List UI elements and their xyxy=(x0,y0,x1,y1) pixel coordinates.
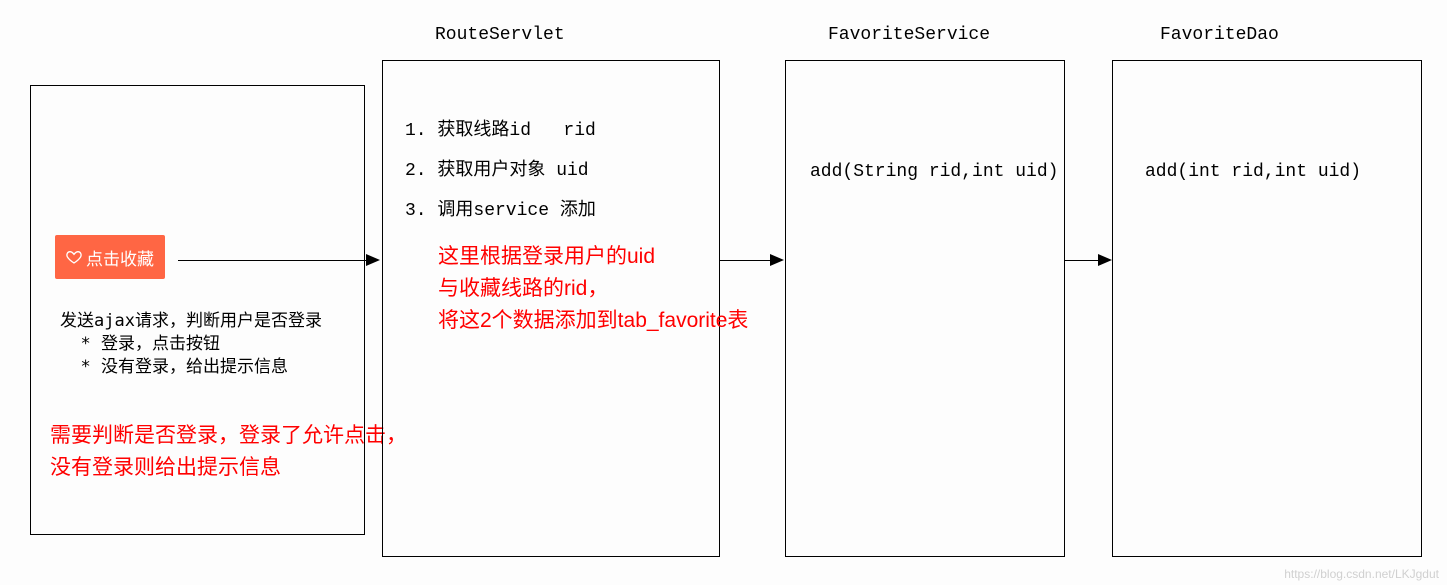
heart-icon xyxy=(66,249,82,265)
ajax-desc-line1: 发送ajax请求，判断用户是否登录 xyxy=(60,310,322,333)
box-favorite-dao xyxy=(1112,60,1422,557)
service-method: add(String rid,int uid) xyxy=(810,162,1058,182)
title-favorite-service: FavoriteService xyxy=(828,25,990,45)
arrow-3-line xyxy=(1065,260,1100,261)
arrow-2-head-icon xyxy=(770,254,784,266)
favorite-button-label: 点击收藏 xyxy=(86,245,154,270)
title-route-servlet: RouteServlet xyxy=(435,25,565,45)
favorite-button[interactable]: 点击收藏 xyxy=(55,235,165,279)
ajax-desc-line3: * 没有登录，给出提示信息 xyxy=(60,356,288,379)
arrow-1-line xyxy=(178,260,368,261)
arrow-3-head-icon xyxy=(1098,254,1112,266)
dao-method: add(int rid,int uid) xyxy=(1145,162,1361,182)
red-note-login-line1: 需要判断是否登录，登录了允许点击， xyxy=(50,420,407,452)
watermark: https://blog.csdn.net/LKJgdut xyxy=(1284,567,1439,581)
title-favorite-dao: FavoriteDao xyxy=(1160,25,1279,45)
servlet-step-1: 1. 获取线路id rid xyxy=(405,115,596,141)
red-note-servlet-line2: 与收藏线路的rid， xyxy=(438,273,608,305)
box-favorite-service xyxy=(785,60,1065,557)
servlet-step-3: 3. 调用service 添加 xyxy=(405,195,596,221)
servlet-step-2: 2. 获取用户对象 uid xyxy=(405,155,589,181)
arrow-1-head-icon xyxy=(366,254,380,266)
arrow-2-line xyxy=(720,260,772,261)
ajax-desc-line2: * 登录，点击按钮 xyxy=(60,333,220,356)
red-note-servlet-line3: 将这2个数据添加到tab_favorite表 xyxy=(438,305,748,337)
red-note-login-line2: 没有登录则给出提示信息 xyxy=(50,452,281,484)
red-note-servlet-line1: 这里根据登录用户的uid xyxy=(438,241,655,273)
